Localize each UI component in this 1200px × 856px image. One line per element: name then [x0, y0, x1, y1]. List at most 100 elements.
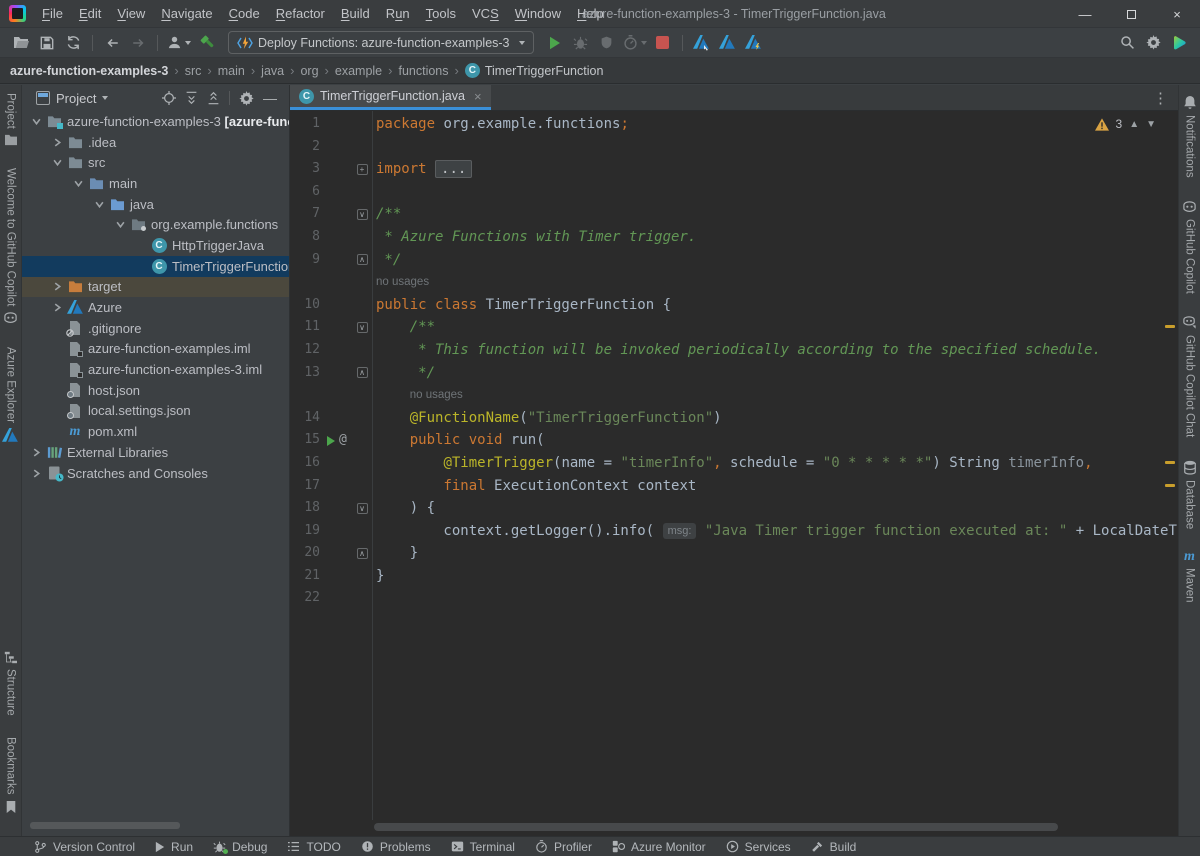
tool-stripe-notifications[interactable]: Notifications: [1183, 95, 1197, 178]
coverage-icon[interactable]: [595, 31, 619, 55]
error-stripe[interactable]: [1162, 111, 1178, 820]
fold-end-icon[interactable]: ∧: [357, 548, 368, 559]
tool-stripe-bookmarks[interactable]: Bookmarks: [5, 737, 17, 814]
sync-icon[interactable]: [61, 31, 85, 55]
tree-item-main[interactable]: main: [22, 173, 289, 194]
menu-window[interactable]: Window: [507, 0, 569, 28]
statusbar-problems[interactable]: Problems: [361, 840, 431, 854]
code-line-9[interactable]: 9∧ */: [290, 249, 1178, 272]
breadcrumb-item[interactable]: azure-function-examples-3: [10, 64, 168, 78]
tree-item-host.json[interactable]: host.json: [22, 380, 289, 401]
forward-icon[interactable]: [126, 31, 150, 55]
code-line-19[interactable]: 19 context.getLogger().info( msg: "Java …: [290, 520, 1178, 543]
code-line-21[interactable]: 21}: [290, 565, 1178, 588]
breadcrumb-item[interactable]: functions: [398, 64, 448, 78]
tool-stripe-structure[interactable]: Structure: [4, 651, 17, 716]
stop-icon[interactable]: [651, 31, 675, 55]
warning-stripe-mark[interactable]: [1165, 325, 1175, 328]
tree-item-java[interactable]: java: [22, 194, 289, 215]
menu-tools[interactable]: Tools: [418, 0, 464, 28]
close-button[interactable]: ×: [1154, 0, 1200, 28]
fold-open-icon[interactable]: ∨: [357, 503, 368, 514]
code-line-20[interactable]: 20∧ }: [290, 542, 1178, 565]
statusbar-run[interactable]: Run: [155, 840, 193, 854]
code-line-18[interactable]: 18∨ ) {: [290, 497, 1178, 520]
code-editor[interactable]: 1package org.example.functions;23+import…: [290, 111, 1178, 836]
chevron-collapsed-icon[interactable]: [49, 138, 66, 147]
statusbar-build[interactable]: Build: [811, 840, 857, 854]
breadcrumb-item[interactable]: CTimerTriggerFunction: [465, 63, 604, 78]
breadcrumb-item[interactable]: example: [335, 64, 382, 78]
tree-item-azure[interactable]: Azure: [22, 297, 289, 318]
chevron-collapsed-icon[interactable]: [49, 282, 66, 291]
debug-icon[interactable]: [569, 31, 593, 55]
menu-run[interactable]: Run: [378, 0, 418, 28]
tree-item-.gitignore[interactable]: .gitignore: [22, 318, 289, 339]
statusbar-services[interactable]: Services: [726, 840, 791, 854]
breadcrumb-item[interactable]: main: [218, 64, 245, 78]
statusbar-debug[interactable]: Debug: [213, 840, 267, 854]
tool-stripe-azure-explorer[interactable]: Azure Explorer: [2, 347, 19, 444]
code-line-7[interactable]: 7∨/**: [290, 203, 1178, 226]
fold-open-icon[interactable]: ∨: [357, 209, 368, 220]
statusbar-azure-monitor[interactable]: Azure Monitor: [612, 840, 706, 854]
tool-stripe-project[interactable]: Project: [4, 93, 18, 146]
tree-item-src[interactable]: src: [22, 152, 289, 173]
statusbar-terminal[interactable]: Terminal: [451, 840, 515, 854]
code-line-22[interactable]: 22: [290, 587, 1178, 610]
tree-item-azure-function-examples-3[interactable]: azure-function-examples-3 [azure-funct: [22, 111, 289, 132]
chevron-collapsed-icon[interactable]: [49, 303, 66, 312]
chevron-expanded-icon[interactable]: [112, 220, 129, 229]
code-line-16[interactable]: 16 @TimerTrigger(name = "timerInfo", sch…: [290, 452, 1178, 475]
breadcrumb-item[interactable]: src: [185, 64, 202, 78]
save-icon[interactable]: [35, 31, 59, 55]
breadcrumb-item[interactable]: java: [261, 64, 284, 78]
tree-item-azure-function-examples-3.iml[interactable]: azure-function-examples-3.iml: [22, 359, 289, 380]
settings-icon[interactable]: [239, 91, 254, 106]
tool-stripe-maven[interactable]: mMaven: [1184, 551, 1196, 603]
azure-functions-icon[interactable]: [742, 31, 766, 55]
menu-build[interactable]: Build: [333, 0, 378, 28]
settings-icon[interactable]: [1141, 31, 1165, 55]
locate-icon[interactable]: [162, 91, 176, 105]
tree-item-target[interactable]: target: [22, 277, 289, 298]
folded-imports[interactable]: ...: [435, 160, 472, 178]
tree-item-httptriggerjava[interactable]: CHttpTriggerJava: [22, 235, 289, 256]
breadcrumb-item[interactable]: org: [300, 64, 318, 78]
chevron-collapsed-icon[interactable]: [28, 448, 45, 457]
tree-item-azure-function-examples.iml[interactable]: azure-function-examples.iml: [22, 339, 289, 360]
tree-item-scratches-and-consoles[interactable]: Scratches and Consoles: [22, 463, 289, 484]
back-icon[interactable]: [100, 31, 124, 55]
chevron-down-icon[interactable]: [102, 96, 108, 100]
menu-navigate[interactable]: Navigate: [153, 0, 220, 28]
maximize-button[interactable]: [1108, 0, 1154, 28]
project-panel-title[interactable]: Project: [56, 91, 96, 106]
code-line-17[interactable]: 17 final ExecutionContext context: [290, 475, 1178, 498]
profiler-icon[interactable]: [621, 31, 649, 55]
open-icon[interactable]: [9, 31, 33, 55]
run-icon[interactable]: [543, 31, 567, 55]
fold-plus-icon[interactable]: +: [357, 164, 368, 175]
tree-item-local.settings.json[interactable]: local.settings.json: [22, 401, 289, 422]
statusbar-version-control[interactable]: Version Control: [34, 840, 135, 854]
code-line-14[interactable]: 14 @FunctionName("TimerTriggerFunction"): [290, 407, 1178, 430]
code-line-2[interactable]: 2: [290, 136, 1178, 159]
run-method-icon[interactable]: [327, 436, 335, 446]
tree-item-timertriggerfunction[interactable]: CTimerTriggerFunction: [22, 256, 289, 277]
code-line-1[interactable]: 1package org.example.functions;: [290, 113, 1178, 136]
run-configuration-select[interactable]: Deploy Functions: azure-function-example…: [228, 31, 534, 54]
tree-item-org.example.functions[interactable]: org.example.functions: [22, 214, 289, 235]
hammer-icon[interactable]: [195, 31, 219, 55]
search-icon[interactable]: [1115, 31, 1139, 55]
menu-edit[interactable]: Edit: [71, 0, 109, 28]
hide-panel-icon[interactable]: —: [263, 91, 277, 106]
code-line-13[interactable]: 13∧ */: [290, 362, 1178, 385]
close-icon[interactable]: ×: [474, 89, 482, 104]
code-line-12[interactable]: 12 * This function will be invoked perio…: [290, 339, 1178, 362]
warning-stripe-mark[interactable]: [1165, 461, 1175, 464]
chevron-expanded-icon[interactable]: [28, 117, 45, 126]
chevron-collapsed-icon[interactable]: [28, 469, 45, 478]
warning-stripe-mark[interactable]: [1165, 484, 1175, 487]
statusbar-profiler[interactable]: Profiler: [535, 840, 592, 854]
tab-timertriggerfunction[interactable]: C TimerTriggerFunction.java ×: [290, 85, 491, 110]
